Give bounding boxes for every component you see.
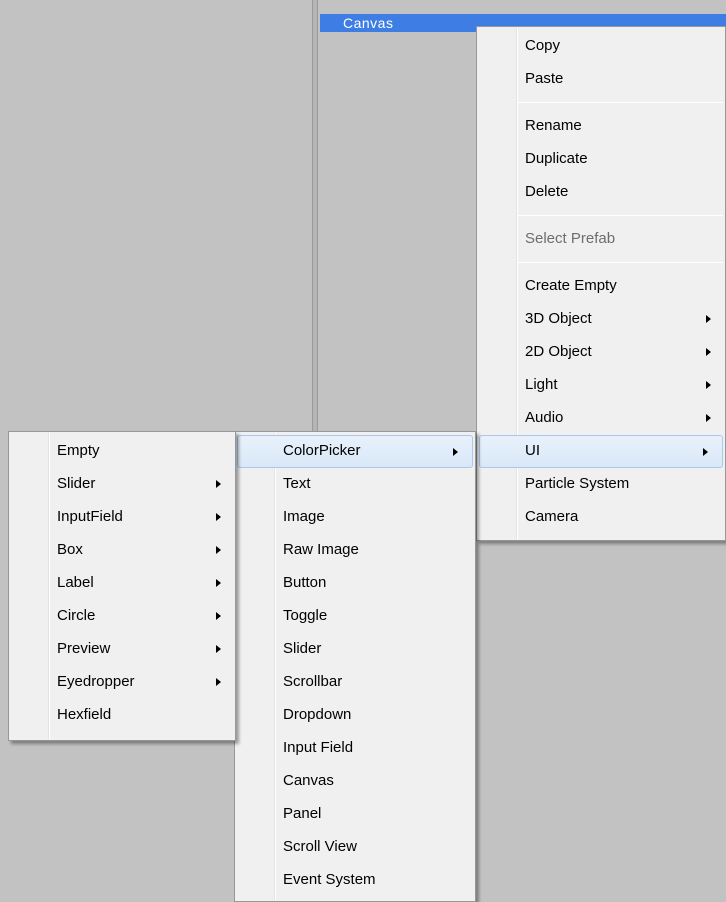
chevron-right-icon [216, 513, 221, 521]
menu-item-label: Button [283, 574, 327, 591]
chevron-right-icon [703, 448, 708, 456]
menu-item-duplicate[interactable]: Duplicate [477, 143, 725, 176]
menu-item-create-empty[interactable]: Create Empty [477, 270, 725, 303]
menu-item-label: Raw Image [283, 541, 359, 558]
menu-item-label: Panel [283, 805, 322, 822]
menu-item-dropdown[interactable]: Dropdown [235, 699, 475, 732]
menu-item-copy[interactable]: Copy [477, 30, 725, 63]
menu-item-cp-preview[interactable]: Preview [9, 633, 235, 666]
menu-separator [518, 102, 723, 103]
menu-item-label: UI [525, 442, 540, 459]
menu-item-slider[interactable]: Slider [235, 633, 475, 666]
menu-item-image[interactable]: Image [235, 501, 475, 534]
menu-item-audio[interactable]: Audio [477, 402, 725, 435]
menu-item-label: ColorPicker [283, 442, 361, 459]
menu-item-cp-label[interactable]: Label [9, 567, 235, 600]
menu-item-label: Duplicate [525, 150, 588, 167]
menu-item-label: Event System [283, 871, 376, 888]
menu-item-toggle[interactable]: Toggle [235, 600, 475, 633]
menu-item-3d-object[interactable]: 3D Object [477, 303, 725, 336]
menu-item-label: Scroll View [283, 838, 357, 855]
menu-item-button[interactable]: Button [235, 567, 475, 600]
menu-item-event-system[interactable]: Event System [235, 864, 475, 897]
menu-item-label: Copy [525, 37, 561, 54]
menu-item-label: Empty [57, 442, 100, 459]
menu-item-label: Camera [525, 508, 579, 525]
menu-item-label: 3D Object [525, 310, 592, 327]
menu-item-label: Slider [57, 475, 96, 492]
chevron-right-icon [216, 645, 221, 653]
menu-item-camera[interactable]: Camera [477, 501, 725, 534]
menu-item-cp-slider[interactable]: Slider [9, 468, 235, 501]
colorpicker-submenu: Empty Slider InputField Box Label Circle… [8, 431, 236, 741]
menu-item-label: Canvas [283, 772, 334, 789]
menu-item-paste[interactable]: Paste [477, 63, 725, 96]
menu-item-colorpicker[interactable]: ColorPicker [237, 435, 473, 468]
chevron-right-icon [216, 480, 221, 488]
menu-item-particle-system[interactable]: Particle System [477, 468, 725, 501]
menu-item-label: Delete [525, 183, 569, 200]
menu-item-label: 2D Object [525, 343, 592, 360]
menu-item-label: Text [283, 475, 311, 492]
menu-item-cp-circle[interactable]: Circle [9, 600, 235, 633]
menu-item-label: Select Prefab [525, 230, 616, 247]
menu-item-panel[interactable]: Panel [235, 798, 475, 831]
menu-item-label: Image [283, 508, 325, 525]
menu-item-light[interactable]: Light [477, 369, 725, 402]
chevron-right-icon [706, 315, 711, 323]
menu-item-delete[interactable]: Delete [477, 176, 725, 209]
menu-item-label: Audio [525, 409, 564, 426]
menu-item-label: Create Empty [525, 277, 617, 294]
menu-item-label: Light [525, 376, 558, 393]
menu-item-label: Dropdown [283, 706, 352, 723]
chevron-right-icon [706, 414, 711, 422]
menu-item-label: Eyedropper [57, 673, 135, 690]
menu-item-label: Input Field [283, 739, 354, 756]
menu-item-scrollbar[interactable]: Scrollbar [235, 666, 475, 699]
menu-item-label: Rename [525, 117, 582, 134]
menu-item-label: Circle [57, 607, 96, 624]
context-menu: Copy Paste Rename Duplicate Delete Selec… [476, 26, 726, 541]
menu-item-label: Hexfield [57, 706, 112, 723]
chevron-right-icon [706, 348, 711, 356]
menu-item-cp-eyedropper[interactable]: Eyedropper [9, 666, 235, 699]
hierarchy-item-label: Canvas [343, 15, 394, 31]
menu-item-label: InputField [57, 508, 123, 525]
menu-item-label: Particle System [525, 475, 630, 492]
chevron-right-icon [453, 448, 458, 456]
menu-item-cp-box[interactable]: Box [9, 534, 235, 567]
menu-separator [518, 215, 723, 216]
menu-item-canvas[interactable]: Canvas [235, 765, 475, 798]
menu-item-text[interactable]: Text [235, 468, 475, 501]
menu-item-cp-inputfield[interactable]: InputField [9, 501, 235, 534]
menu-item-label: Box [57, 541, 83, 558]
chevron-right-icon [216, 678, 221, 686]
menu-item-ui[interactable]: UI [479, 435, 723, 468]
menu-item-rename[interactable]: Rename [477, 110, 725, 143]
menu-item-cp-hexfield[interactable]: Hexfield [9, 699, 235, 732]
chevron-right-icon [216, 612, 221, 620]
chevron-right-icon [216, 579, 221, 587]
menu-separator [518, 262, 723, 263]
menu-item-label: Scrollbar [283, 673, 343, 690]
menu-item-label: Label [57, 574, 94, 591]
chevron-right-icon [216, 546, 221, 554]
chevron-right-icon [706, 381, 711, 389]
menu-item-input-field[interactable]: Input Field [235, 732, 475, 765]
menu-item-label: Preview [57, 640, 111, 657]
menu-item-2d-object[interactable]: 2D Object [477, 336, 725, 369]
menu-item-raw-image[interactable]: Raw Image [235, 534, 475, 567]
menu-item-label: Slider [283, 640, 322, 657]
ui-submenu: ColorPicker Text Image Raw Image Button … [234, 431, 476, 902]
menu-item-label: Toggle [283, 607, 328, 624]
menu-item-label: Paste [525, 70, 564, 87]
menu-item-select-prefab: Select Prefab [477, 223, 725, 256]
menu-item-scroll-view[interactable]: Scroll View [235, 831, 475, 864]
menu-item-empty[interactable]: Empty [9, 435, 235, 468]
